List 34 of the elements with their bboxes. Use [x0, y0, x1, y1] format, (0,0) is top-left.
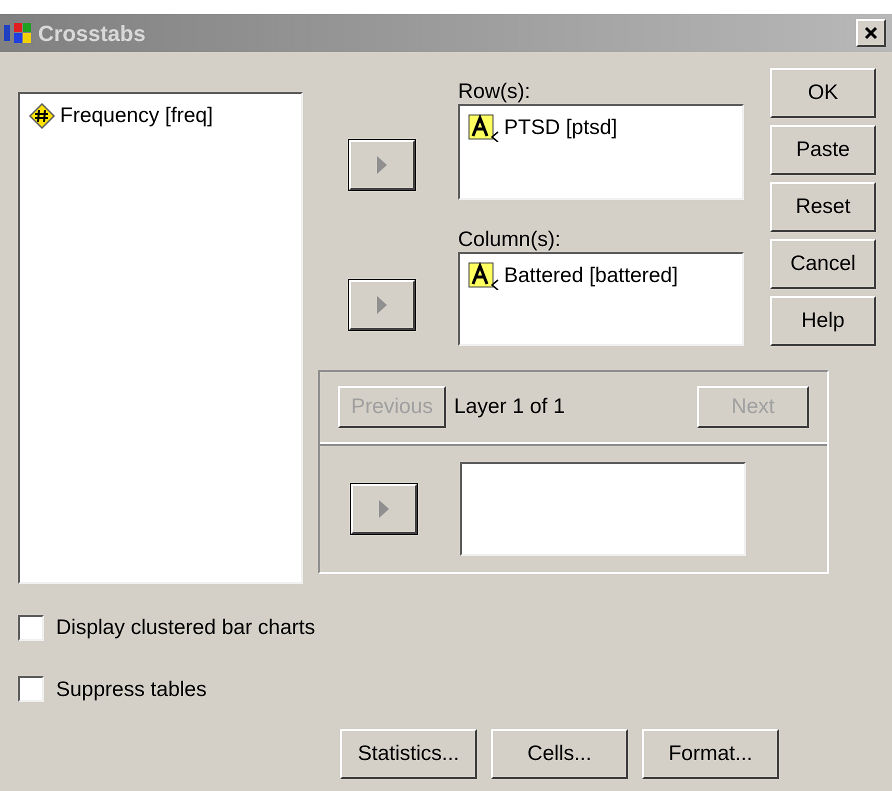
dialog-button[interactable]: Statistics...: [340, 729, 477, 779]
dialog-button[interactable]: Cancel: [770, 239, 876, 289]
variable-item[interactable]: Frequency [freq]: [24, 98, 297, 134]
dialog-button[interactable]: Format...: [642, 729, 779, 779]
rows-label: Row(s):: [458, 80, 532, 104]
nominal-variable-icon: [468, 114, 500, 142]
checkbox[interactable]: [18, 614, 44, 641]
dialog-button[interactable]: Reset: [770, 182, 876, 232]
checkbox[interactable]: [18, 676, 44, 702]
checkbox-label: Display clustered bar charts: [56, 615, 316, 641]
move-arrow-button[interactable]: [349, 140, 415, 190]
close-icon: [864, 26, 878, 40]
move-arrow-button[interactable]: [351, 484, 417, 534]
checkbox-label: Suppress tables: [56, 676, 207, 702]
dialog-button[interactable]: Cells...: [491, 729, 628, 779]
variable-item[interactable]: PTSD [ptsd]: [464, 110, 738, 146]
move-arrow-button[interactable]: [349, 280, 415, 330]
source-variable-list[interactable]: Frequency [freq]: [18, 92, 303, 584]
dialog-button[interactable]: Help: [770, 296, 876, 346]
close-button[interactable]: [856, 19, 886, 47]
right-triangle-icon: [378, 499, 390, 519]
window-title: Crosstabs: [38, 20, 146, 48]
dialog-button[interactable]: Paste: [770, 125, 876, 175]
layer-text: Layer 1 of 1: [454, 394, 565, 420]
columns-label: Column(s):: [458, 228, 562, 252]
right-triangle-icon: [376, 155, 388, 175]
rows-list[interactable]: PTSD [ptsd]: [458, 104, 744, 200]
right-triangle-icon: [376, 295, 388, 315]
layer-list[interactable]: [460, 462, 746, 556]
dialog-button[interactable]: OK: [770, 68, 876, 118]
app-icon: [4, 21, 34, 45]
nominal-variable-icon: [468, 262, 500, 290]
variable-item[interactable]: Battered [battered]: [464, 258, 738, 294]
columns-list[interactable]: Battered [battered]: [458, 252, 744, 346]
